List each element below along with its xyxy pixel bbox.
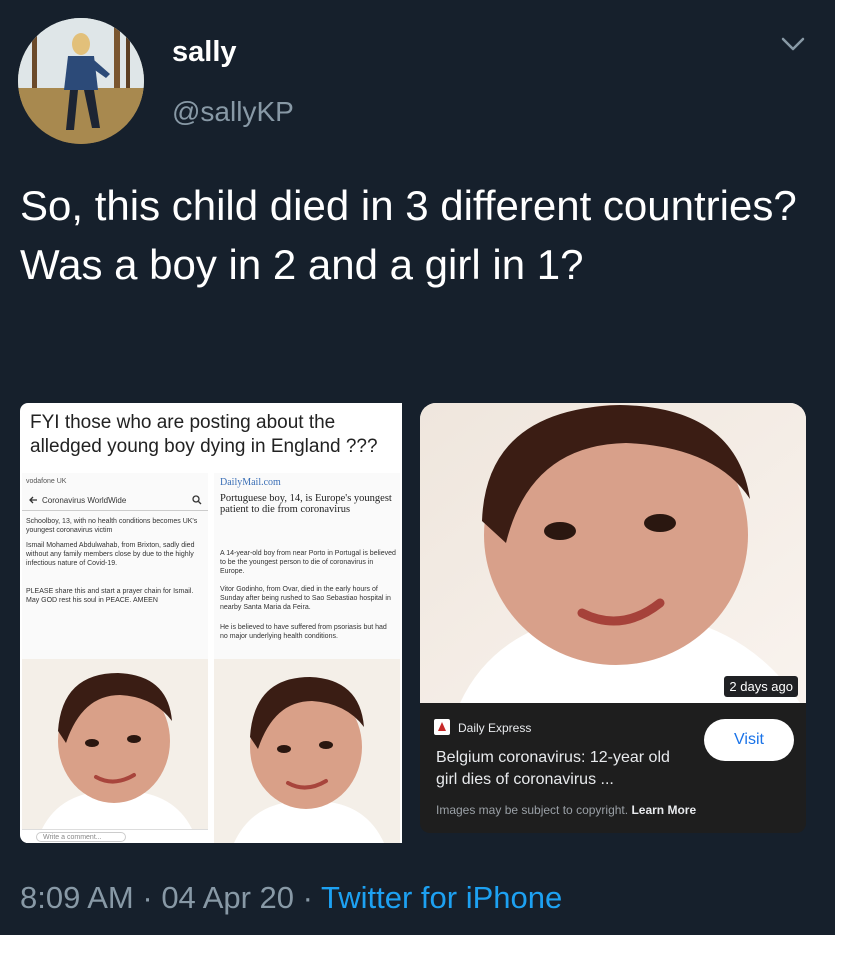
- copyright-text: Images may be subject to copyright.: [436, 803, 629, 817]
- display-name[interactable]: sally: [172, 36, 237, 69]
- boy-closeup-photo: [420, 403, 806, 703]
- daily-express-icon: [434, 719, 450, 735]
- post-paragraph-3: PLEASE share this and start a prayer cha…: [26, 588, 194, 604]
- status-bar-text: vodafone UK: [26, 478, 67, 485]
- result-headline[interactable]: Belgium coronavirus: 12-year old girl di…: [436, 747, 691, 791]
- tweet-date[interactable]: 04 Apr 20: [161, 880, 294, 915]
- tweet-text: So, this child died in 3 different count…: [20, 182, 797, 288]
- article-paragraph-2: Vitor Godinho, from Ovar, died in the ea…: [220, 586, 391, 611]
- dailymail-article-screenshot: DailyMail.com Portuguese boy, 14, is Eur…: [214, 473, 400, 843]
- article-paragraph-3: He is believed to have suffered from pso…: [220, 624, 387, 640]
- post-paragraph-1: Schoolboy, 13, with no health conditions…: [26, 518, 198, 534]
- separator-dot: ·: [133, 880, 162, 915]
- search-result-panel: Daily Express Belgium coronavirus: 12-ye…: [420, 703, 806, 833]
- chevron-down-icon[interactable]: [780, 34, 806, 54]
- tweet-media[interactable]: FYI those who are posting about the alle…: [20, 403, 806, 845]
- search-result-image[interactable]: 2 days ago: [420, 403, 806, 703]
- tweet-card: sally @sallyKP So, this child died in 3 …: [0, 0, 835, 935]
- avatar[interactable]: [18, 18, 144, 144]
- age-badge: 2 days ago: [724, 676, 798, 697]
- post-paragraph-2: Ismail Mohamed Abdulwahab, from Brixton,…: [26, 542, 195, 567]
- tweet-source-link[interactable]: Twitter for iPhone: [321, 880, 562, 915]
- boy-photo: [214, 659, 400, 843]
- source-name[interactable]: Daily Express: [458, 721, 531, 735]
- collage-caption: FYI those who are posting about the alle…: [30, 412, 378, 457]
- app-header-title: Coronavirus WorldWide: [42, 496, 127, 505]
- left-image-collage[interactable]: FYI those who are posting about the alle…: [20, 403, 402, 843]
- tweet-metadata: 8:09 AM · 04 Apr 20 · Twitter for iPhone: [20, 880, 562, 916]
- copyright-notice: Images may be subject to copyright. Lear…: [436, 803, 696, 817]
- app-header: Coronavirus WorldWide: [22, 489, 208, 511]
- user-handle[interactable]: @sallyKP: [172, 96, 294, 128]
- tweet-time[interactable]: 8:09 AM: [20, 880, 134, 915]
- learn-more-link[interactable]: Learn More: [631, 803, 696, 817]
- article-headline: Portuguese boy, 14, is Europe's youngest…: [220, 493, 392, 515]
- comment-bar: Write a comment...: [22, 829, 208, 843]
- visit-button[interactable]: Visit: [704, 719, 794, 761]
- arrow-left-icon: [29, 496, 37, 504]
- search-icon: [192, 495, 202, 505]
- site-logo: DailyMail.com: [220, 477, 281, 488]
- facebook-post-screenshot: vodafone UK Coronavirus WorldWide School…: [22, 473, 208, 843]
- separator-dot: ·: [294, 880, 322, 915]
- boy-photo: [22, 659, 208, 829]
- article-paragraph-1: A 14-year-old boy from near Porto in Por…: [220, 550, 396, 575]
- avatar-photo: [18, 18, 144, 144]
- comment-input: Write a comment...: [36, 832, 126, 842]
